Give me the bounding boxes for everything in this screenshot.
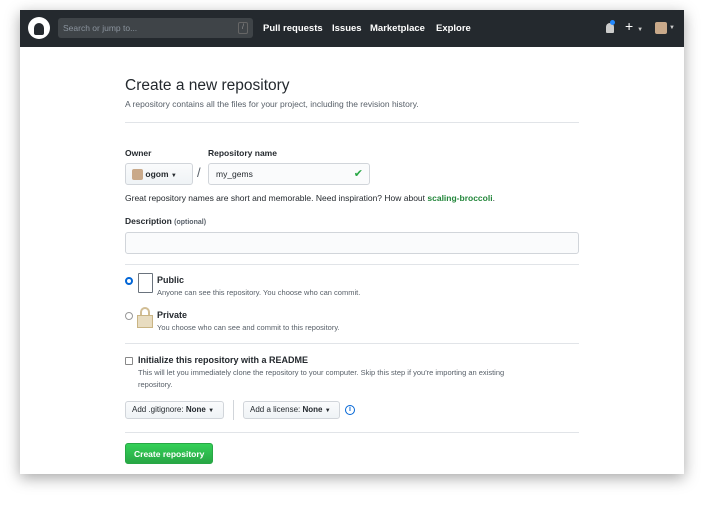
readme-checkbox[interactable] [125, 357, 133, 365]
avatar [655, 22, 667, 34]
gitignore-label: Add .gitignore: [132, 405, 184, 414]
readme-desc-line2: repository. [138, 380, 173, 389]
license-select[interactable]: Add a license: None ▼ [243, 401, 340, 419]
nav-explore[interactable]: Explore [436, 10, 471, 47]
public-desc: Anyone can see this repository. You choo… [157, 288, 361, 297]
chevron-down-icon: ▼ [208, 408, 215, 414]
hint-end: . [492, 193, 495, 203]
license-value: None [302, 405, 323, 414]
divider [125, 343, 579, 344]
name-hint: Great repository names are short and mem… [125, 193, 495, 203]
page-subtitle: A repository contains all the files for … [125, 99, 419, 109]
lock-icon [140, 307, 150, 315]
hint-text: Great repository names are short and mem… [125, 193, 428, 203]
lock-body [137, 315, 153, 328]
page-title: Create a new repository [125, 77, 290, 94]
private-radio[interactable] [125, 312, 133, 320]
optional-note: (optional) [174, 219, 207, 226]
chevron-down-icon: ▼ [170, 173, 177, 179]
slash-shortcut: / [238, 22, 248, 34]
nav-issues[interactable]: Issues [332, 10, 362, 47]
chevron-down-icon: ▼ [669, 25, 675, 31]
plus-icon: + [625, 18, 634, 34]
github-logo-icon[interactable] [28, 17, 50, 39]
gitignore-select[interactable]: Add .gitignore: None ▼ [125, 401, 224, 419]
info-icon[interactable]: i [345, 405, 355, 415]
private-title: Private [157, 310, 188, 320]
new-menu-button[interactable]: + ▼ [625, 18, 643, 34]
chevron-down-icon: ▼ [324, 408, 331, 414]
public-radio[interactable] [125, 277, 133, 285]
repo-name-label: Repository name [208, 148, 277, 158]
search-input[interactable]: Search or jump to... / [58, 18, 253, 38]
repo-name-input[interactable]: my_gems ✔ [208, 163, 370, 185]
owner-select[interactable]: ogom ▼ [125, 163, 193, 185]
chevron-down-icon: ▼ [637, 27, 644, 33]
license-label: Add a license: [250, 405, 301, 414]
readme-label[interactable]: Initialize this repository with a README [138, 355, 308, 365]
owner-label: Owner [125, 148, 152, 158]
check-icon: ✔ [353, 168, 363, 180]
search-placeholder: Search or jump to... [63, 23, 138, 33]
suggestion-link[interactable]: scaling-broccoli [427, 193, 492, 203]
create-repository-button[interactable]: Create repository [125, 443, 214, 464]
repo-name-value: my_gems [216, 169, 253, 179]
vertical-divider [233, 400, 234, 420]
divider [125, 264, 579, 265]
unread-dot [610, 20, 615, 25]
owner-avatar [132, 169, 143, 181]
nav-marketplace[interactable]: Marketplace [370, 10, 425, 47]
nav-pull-requests[interactable]: Pull requests [263, 10, 323, 47]
private-desc: You choose who can see and commit to thi… [157, 323, 340, 332]
owner-separator: / [197, 165, 201, 180]
gitignore-value: None [185, 405, 206, 414]
browser-window: Search or jump to... / Pull requests Issu… [20, 10, 684, 474]
repo-book-icon [138, 273, 153, 293]
divider [125, 122, 579, 123]
description-input[interactable] [125, 232, 579, 254]
divider [125, 432, 579, 433]
owner-value: ogom [145, 169, 169, 179]
readme-desc-line1: This will let you immediately clone the … [138, 368, 505, 377]
public-title: Public [157, 275, 185, 285]
description-label: Description (optional) [125, 216, 206, 226]
description-label-text: Description [125, 216, 172, 226]
top-nav: Search or jump to... / Pull requests Issu… [20, 10, 684, 47]
